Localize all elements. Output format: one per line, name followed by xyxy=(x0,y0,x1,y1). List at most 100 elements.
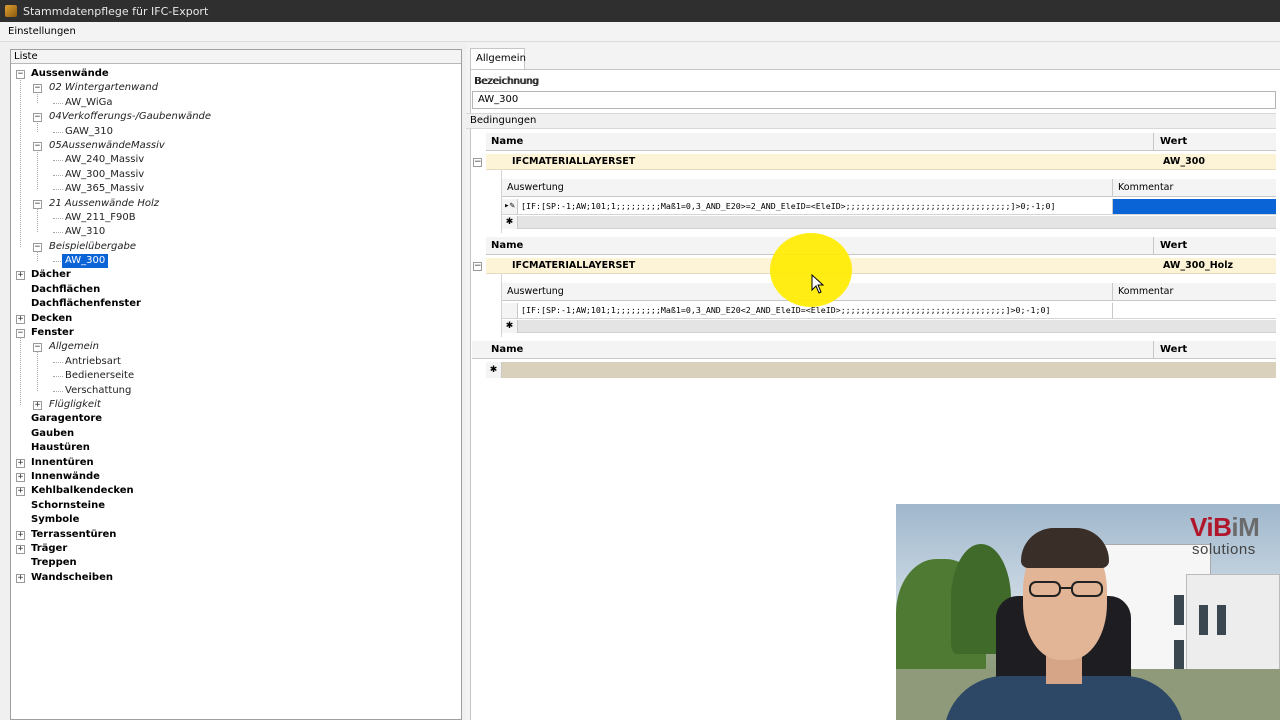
tree-item[interactable]: Dachflächen xyxy=(11,283,461,297)
tree-item-label: 04Verkofferungs-/Gaubenwände xyxy=(49,111,212,123)
auswertung-row[interactable]: ▸✎ [IF:[SP:-1;AW;101;1;;;;;;;;;Maß1=0,3_… xyxy=(502,199,1276,215)
grid-header: Name Wert xyxy=(486,133,1276,151)
tree-item[interactable]: AW_WiGa xyxy=(11,96,461,110)
tree-item[interactable]: AW_300 xyxy=(11,254,461,269)
tree-item[interactable]: Verschattung xyxy=(11,384,461,398)
tree-item-label: AW_211_F90B xyxy=(65,211,136,223)
tree-view[interactable]: − Aussenwände −02 Wintergartenwand AW_WiGa −… xyxy=(11,64,461,585)
collapse-icon[interactable]: − xyxy=(473,262,482,271)
new-sub-row[interactable]: ✱ xyxy=(502,216,1276,229)
tree-connector xyxy=(37,150,38,190)
tree-item[interactable]: Bedienerseite xyxy=(11,369,461,383)
tree-item[interactable]: + Kehlbalkendecken xyxy=(11,484,461,498)
bezeichnung-input[interactable]: AW_300 xyxy=(472,91,1276,109)
expand-icon[interactable]: + xyxy=(16,472,25,482)
tree-item-label: Treppen xyxy=(31,557,77,569)
tab-allgemein[interactable]: Allgemein xyxy=(470,48,526,70)
sub-grid-header: Auswertung Kommentar xyxy=(502,179,1276,197)
condition-row[interactable]: IFCMATERIALLAYERSET AW_300_Holz xyxy=(486,258,1276,274)
row-gutter xyxy=(486,170,502,233)
expand-icon[interactable]: + xyxy=(16,458,25,468)
tree-item-label: Flügligkeit xyxy=(49,398,101,410)
tree-item[interactable]: AW_310 xyxy=(11,225,461,239)
tree-item[interactable]: −02 Wintergartenwand xyxy=(11,81,461,95)
auswertung-row[interactable]: [IF:[SP:-1;AW;101;1;;;;;;;;;Maß1=0,3_AND… xyxy=(502,303,1276,319)
tree-item[interactable]: −05AussenwändeMassiv xyxy=(11,139,461,153)
tree-item[interactable]: −21 Aussenwände Holz xyxy=(11,197,461,211)
tree-item[interactable]: AW_365_Massiv xyxy=(11,182,461,196)
condition-name: IFCMATERIALLAYERSET xyxy=(512,260,636,271)
tree-item[interactable]: AW_300_Massiv xyxy=(11,168,461,182)
expand-icon[interactable]: + xyxy=(16,271,25,281)
tree-item[interactable]: + Decken xyxy=(11,312,461,326)
tree-item[interactable]: + Innentüren xyxy=(11,456,461,470)
tree-item-label: Symbole xyxy=(31,514,80,526)
col-wert[interactable]: Wert xyxy=(1153,133,1187,151)
tree-item[interactable]: Schornsteine xyxy=(11,499,461,513)
tree-item[interactable]: GAW_310 xyxy=(11,125,461,139)
auswertung-value[interactable]: [IF:[SP:-1;AW;101;1;;;;;;;;;Maß1=0,3_AND… xyxy=(521,199,1055,214)
tree-item-label: AW_240_Massiv xyxy=(65,154,145,166)
kommentar-cell[interactable] xyxy=(1112,199,1276,214)
tree-item[interactable]: Dachflächenfenster xyxy=(11,297,461,311)
expand-icon[interactable]: + xyxy=(16,530,25,540)
tree-item[interactable]: + Terrassentüren xyxy=(11,528,461,542)
row-gutter xyxy=(486,274,502,337)
col-name[interactable]: Name xyxy=(491,133,523,151)
auswertung-value[interactable]: [IF:[SP:-1;AW;101;1;;;;;;;;;Maß1=0,3_AND… xyxy=(521,303,1051,318)
tree-item[interactable]: Garagentore xyxy=(11,412,461,426)
col-kommentar[interactable]: Kommentar xyxy=(1112,179,1173,197)
tree-item[interactable]: Symbole xyxy=(11,513,461,527)
collapse-icon[interactable]: − xyxy=(473,158,482,167)
tree-item[interactable]: + Träger xyxy=(11,542,461,556)
tree-item[interactable]: − Fenster xyxy=(11,326,461,340)
tree-item[interactable]: Treppen xyxy=(11,556,461,570)
tree-item[interactable]: − Aussenwände xyxy=(11,67,461,81)
tree-connector xyxy=(37,351,38,391)
condition-wert: AW_300 xyxy=(1163,156,1205,167)
tree-item[interactable]: Haustüren xyxy=(11,441,461,455)
tree-item-label: Innentüren xyxy=(31,456,94,468)
expand-icon[interactable]: + xyxy=(16,544,25,554)
tree-connector xyxy=(37,207,38,233)
expand-icon[interactable]: + xyxy=(33,400,42,410)
title-bar: Stammdatenpflege für IFC-Export xyxy=(0,0,1280,22)
tree-item[interactable]: + Innenwände xyxy=(11,470,461,484)
tree-item[interactable]: − Allgemein xyxy=(11,340,461,354)
tree-item[interactable]: + Wandscheiben xyxy=(11,571,461,585)
new-sub-row[interactable]: ✱ xyxy=(502,320,1276,333)
tree-item[interactable]: AW_240_Massiv xyxy=(11,153,461,167)
tree-connector xyxy=(20,78,21,247)
expand-icon[interactable]: + xyxy=(16,314,25,324)
tree-item[interactable]: Antriebsart xyxy=(11,355,461,369)
tree-connector xyxy=(53,160,63,162)
menu-item-einstellungen[interactable]: Einstellungen xyxy=(8,26,76,37)
kommentar-cell[interactable] xyxy=(1112,303,1276,318)
tree-item[interactable]: − Beispielübergabe xyxy=(11,240,461,254)
condition-name: IFCMATERIALLAYERSET xyxy=(512,156,636,167)
tree-item-label: Aussenwände xyxy=(31,68,109,79)
tree-item[interactable]: −04Verkofferungs-/Gaubenwände xyxy=(11,110,461,124)
col-wert[interactable]: Wert xyxy=(1153,237,1187,255)
tree-item-label: Beispielübergabe xyxy=(49,240,136,252)
col-name[interactable]: Name xyxy=(491,237,523,255)
tree-item[interactable]: + Dächer xyxy=(11,268,461,282)
new-condition-row[interactable]: ✱ xyxy=(486,362,1276,378)
col-kommentar[interactable]: Kommentar xyxy=(1112,283,1173,301)
tree-item[interactable]: AW_211_F90B xyxy=(11,211,461,225)
expand-icon[interactable]: + xyxy=(16,487,25,497)
expand-icon[interactable]: + xyxy=(16,573,25,583)
sub-grid-header: Auswertung Kommentar xyxy=(502,283,1276,301)
tree-connector xyxy=(53,376,63,378)
col-name[interactable]: Name xyxy=(491,341,523,359)
tree-item[interactable]: + Flügligkeit xyxy=(11,398,461,412)
tree-item[interactable]: Gauben xyxy=(11,427,461,441)
condition-row[interactable]: IFCMATERIALLAYERSET AW_300 xyxy=(486,154,1276,170)
tree-item-label: AW_365_Massiv xyxy=(65,183,145,195)
logo-subtitle: solutions xyxy=(1192,541,1256,558)
col-auswertung[interactable]: Auswertung xyxy=(507,179,564,197)
col-auswertung[interactable]: Auswertung xyxy=(507,283,564,301)
tree-item-label: AW_300 xyxy=(62,254,109,269)
col-wert[interactable]: Wert xyxy=(1153,341,1187,359)
webcam-person-hair xyxy=(1021,528,1109,568)
